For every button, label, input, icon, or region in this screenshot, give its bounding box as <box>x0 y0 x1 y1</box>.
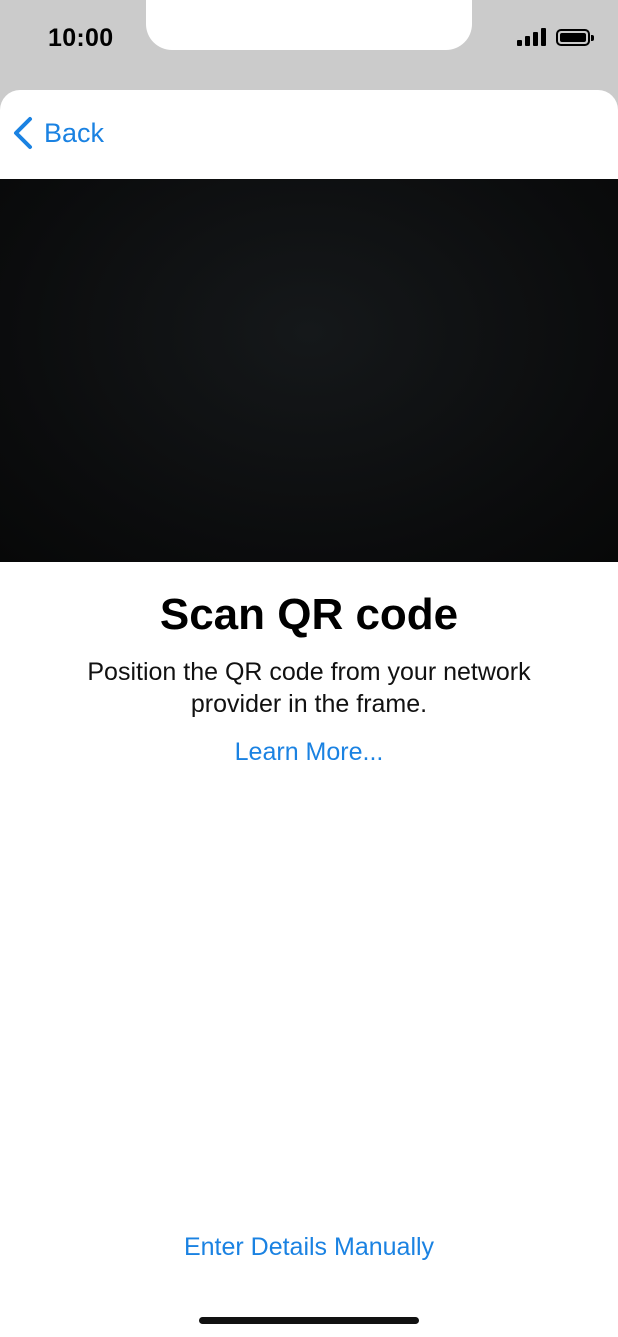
back-label: Back <box>44 117 105 148</box>
device-screen: 10:00 Back Scan QR code Position the QR … <box>0 0 618 1337</box>
signal-icon <box>517 28 546 46</box>
status-bar: 10:00 <box>0 0 618 92</box>
notch <box>146 0 472 50</box>
instruction-text: Position the QR code from your network p… <box>87 658 531 718</box>
learn-more-link[interactable]: Learn More... <box>0 738 618 767</box>
battery-icon <box>556 28 594 46</box>
camera-viewfinder <box>0 179 618 562</box>
navigation-bar: Back <box>0 90 618 179</box>
home-indicator[interactable] <box>199 1317 419 1324</box>
back-button[interactable]: Back <box>12 116 104 150</box>
status-icons <box>517 28 594 46</box>
chevron-left-icon <box>14 117 32 149</box>
page-title: Scan QR code <box>159 590 459 639</box>
enter-details-manually-button[interactable]: Enter Details Manually <box>0 1233 618 1262</box>
status-time: 10:00 <box>48 24 114 52</box>
scan-qr-sheet: Back Scan QR code Position the QR code f… <box>0 90 618 1337</box>
